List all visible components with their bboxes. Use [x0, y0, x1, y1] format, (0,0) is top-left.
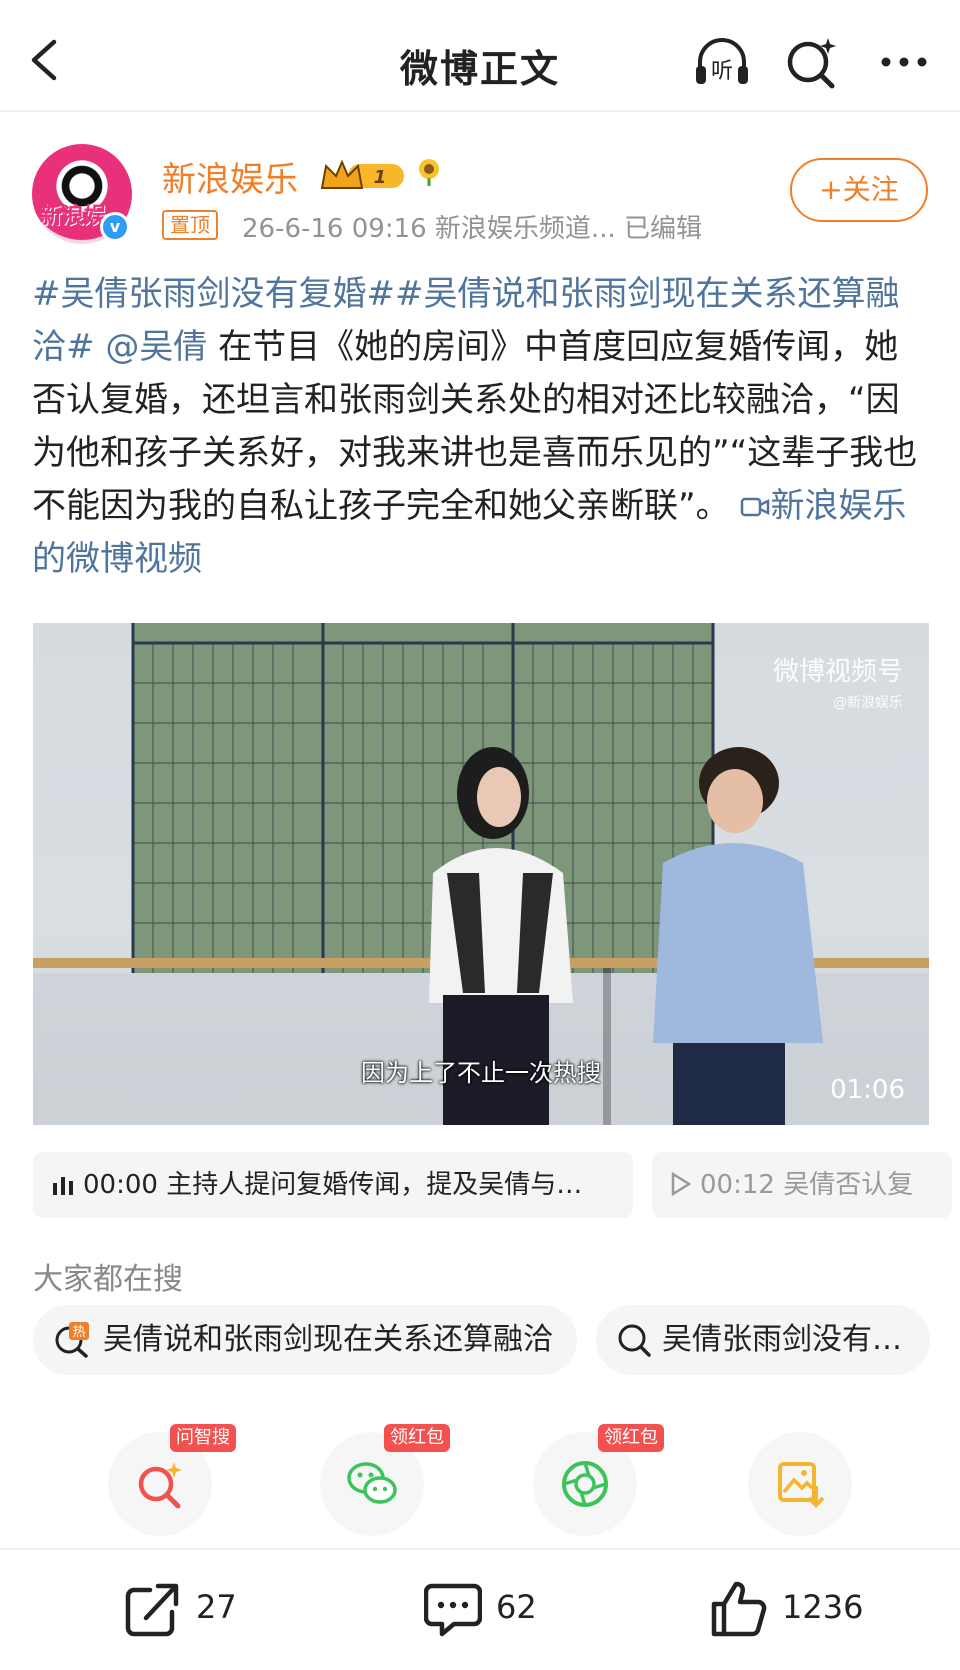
watermark-handle: @新浪娱乐: [833, 695, 903, 711]
chapter-text: 吴倩否认复: [783, 1170, 914, 1200]
vip-level: 1: [374, 167, 387, 188]
more-icon[interactable]: [874, 34, 934, 90]
watermark-title: 微博视频号: [772, 657, 903, 687]
trending-search-item[interactable]: 热 吴倩说和张雨剑现在关系还算融洽: [33, 1305, 577, 1375]
like-count: 1236: [782, 1588, 864, 1626]
video-player[interactable]: 微博视频号 @新浪娱乐 因为上了不止一次热搜 01:06: [33, 623, 929, 1125]
chapter-time: 00:12: [700, 1170, 775, 1200]
save-image-icon: [778, 1462, 825, 1508]
search-icon: [618, 1324, 651, 1357]
chapter-item[interactable]: 00:00 主持人提问复婚传闻，提及吴倩与…: [33, 1152, 633, 1218]
repost-icon: [125, 1583, 179, 1637]
chapter-item[interactable]: 00:12 吴倩否认复: [652, 1152, 952, 1218]
hot-label: 热: [72, 1325, 85, 1340]
audio-bars-icon: [53, 1177, 73, 1195]
ai-search-badge: 问智搜: [170, 1424, 236, 1452]
play-icon: [671, 1171, 692, 1197]
hot-search-icon: 热: [55, 1322, 89, 1358]
trending-search-item[interactable]: 吴倩张雨剑没有…: [596, 1305, 930, 1375]
red-packet-badge: 领红包: [384, 1424, 450, 1452]
avatar-brand-text: 新浪娱: [40, 204, 107, 229]
trending-search-label: 大家都在搜: [33, 1262, 183, 1297]
follow-button[interactable]: +关注: [790, 158, 928, 222]
like-button[interactable]: 1236: [710, 1580, 910, 1640]
video-watermark: 微博视频号 @新浪娱乐: [773, 651, 903, 712]
verified-icon: v: [100, 212, 130, 242]
repost-count: 27: [196, 1588, 237, 1626]
moments-icon: [562, 1461, 608, 1507]
chapter-text: 主持人提问复婚传闻，提及吴倩与…: [166, 1170, 583, 1200]
listen-label: 听: [711, 59, 733, 84]
wechat-icon: [347, 1462, 397, 1504]
post-text: #吴倩张雨剑没有复婚##吴倩说和张雨剑现在关系还算融洽# @吴倩 在节目《她的房…: [32, 268, 932, 586]
pinned-badge: 置顶: [162, 210, 218, 240]
top-bar: 微博正文 听: [0, 0, 960, 112]
video-duration: 01:06: [830, 1075, 905, 1105]
hashtag-link[interactable]: #吴倩张雨剑没有复婚#: [32, 274, 395, 314]
like-icon: [711, 1581, 767, 1637]
video-link-icon: [741, 497, 770, 517]
repost-button[interactable]: 27: [124, 1580, 284, 1640]
comment-button[interactable]: 62: [424, 1580, 584, 1640]
vip-crown-badge-icon: 1: [320, 159, 404, 189]
bottom-action-bar: 27 62 1236: [0, 1548, 960, 1670]
comment-count: 62: [496, 1588, 537, 1626]
comment-icon: [424, 1583, 482, 1637]
sunflower-icon: [419, 159, 439, 186]
trending-search-text: 吴倩说和张雨剑现在关系还算融洽: [103, 1322, 553, 1357]
post-meta: 26-6-16 09:16 新浪娱乐频道... 已编辑: [242, 214, 702, 244]
red-packet-badge: 领红包: [598, 1424, 664, 1452]
author-name[interactable]: 新浪娱乐: [162, 152, 298, 201]
save-image-button[interactable]: [748, 1432, 852, 1536]
listen-icon[interactable]: 听: [692, 34, 752, 90]
ai-search-icon: [138, 1462, 182, 1509]
video-subtitle: 因为上了不止一次热搜: [361, 1059, 601, 1087]
mention-link[interactable]: @吴倩: [105, 327, 207, 367]
trending-search-text: 吴倩张雨剑没有…: [662, 1322, 902, 1357]
chapter-time: 00:00: [83, 1170, 158, 1200]
ai-search-icon[interactable]: [782, 34, 842, 90]
